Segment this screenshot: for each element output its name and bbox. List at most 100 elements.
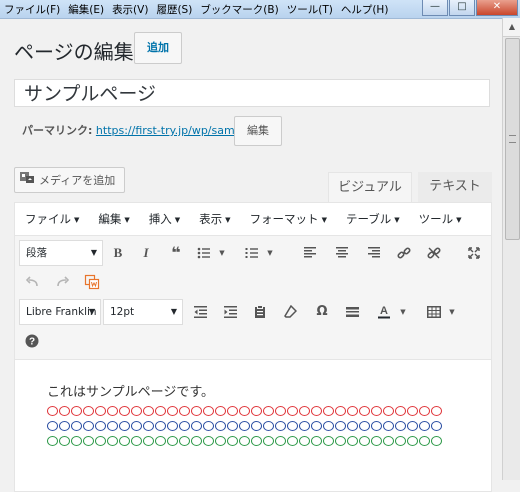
chevron-down-icon: ▼ [321, 215, 327, 224]
post-title-input[interactable]: サンプルページ [14, 79, 490, 107]
circle-glyph [83, 406, 94, 416]
redo-icon[interactable] [49, 269, 75, 295]
svg-text:A: A [380, 305, 388, 317]
clear-formatting-icon[interactable] [277, 299, 303, 325]
circle-glyph [419, 436, 430, 446]
align-center-icon[interactable] [329, 240, 355, 266]
chevron-down-icon[interactable]: ▼ [447, 299, 457, 325]
undo-icon[interactable] [19, 269, 45, 295]
maximize-button[interactable]: □ [449, 0, 475, 16]
browser-menu-edit[interactable]: 編集(E) [64, 1, 108, 18]
browser-menu-view[interactable]: 表示(V) [108, 1, 152, 18]
circle-glyph [335, 436, 346, 446]
circle-glyph [119, 406, 130, 416]
circle-glyph [59, 406, 70, 416]
page-title: ページの編集 [14, 40, 134, 64]
circle-glyph [119, 421, 130, 431]
numbered-list-icon[interactable] [239, 240, 265, 266]
editor-menu-edit[interactable]: 編集 ▼ [88, 211, 138, 227]
editor-menu-table[interactable]: テーブル ▼ [336, 211, 409, 227]
bold-button[interactable]: B [105, 240, 131, 266]
circle-glyph [131, 406, 142, 416]
circle-glyph [383, 436, 394, 446]
window-controls: — □ ✕ [422, 0, 518, 16]
editor-content[interactable]: これはサンプルページです。 [47, 381, 442, 451]
circle-glyph [239, 421, 250, 431]
font-family-select[interactable]: Libre Franklin ▼ [19, 299, 101, 325]
circle-glyph [227, 406, 238, 416]
indent-icon[interactable] [217, 299, 243, 325]
circle-glyph [431, 421, 442, 431]
chevron-down-icon: ▼ [90, 248, 97, 257]
chevron-down-icon[interactable]: ▼ [398, 299, 408, 325]
browser-menu-history[interactable]: 履歴(S) [152, 1, 196, 18]
add-new-button[interactable]: 追加 [134, 32, 182, 64]
link-icon[interactable] [391, 240, 417, 266]
vertical-scrollbar[interactable]: ▲ [502, 18, 520, 480]
circle-glyph [359, 406, 370, 416]
circle-glyph [275, 421, 286, 431]
browser-menu-file[interactable]: ファイル(F) [0, 1, 64, 18]
editor-menu-file[interactable]: ファイル ▼ [15, 211, 88, 227]
browser-menu-bookmarks[interactable]: ブックマーク(B) [196, 1, 282, 18]
chevron-down-icon[interactable]: ▼ [265, 240, 275, 266]
circle-glyph [395, 406, 406, 416]
circle-glyph [251, 406, 262, 416]
chevron-down-icon[interactable]: ▼ [217, 240, 227, 266]
close-window-button[interactable]: ✕ [476, 0, 518, 16]
horizontal-line-icon[interactable] [339, 299, 365, 325]
fullscreen-icon[interactable] [461, 240, 487, 266]
bullet-list-icon[interactable] [191, 240, 217, 266]
editor-menubar: ファイル ▼ 編集 ▼ 挿入 ▼ 表示 ▼ フォーマット ▼ テーブル ▼ ツール ▼ [15, 203, 491, 236]
add-media-button[interactable]: メディアを追加 [14, 167, 125, 193]
font-size-select[interactable]: 12pt ▼ [103, 299, 183, 325]
special-character-button[interactable]: Ω [309, 299, 335, 325]
circle-glyph [431, 406, 442, 416]
browser-menu-help[interactable]: ヘルプ(H) [337, 1, 393, 18]
chevron-down-icon: ▼ [74, 215, 80, 224]
tab-visual[interactable]: ビジュアル [328, 172, 412, 202]
help-icon[interactable]: ? [19, 328, 45, 354]
minimize-button[interactable]: — [422, 0, 448, 16]
toolbar-row-4: ? [15, 328, 491, 356]
scroll-up-arrow-icon[interactable]: ▲ [503, 18, 520, 37]
paste-text-icon[interactable] [247, 299, 273, 325]
circle-glyph [107, 436, 118, 446]
tab-text[interactable]: テキスト [418, 172, 492, 202]
editor-menu-format[interactable]: フォーマット ▼ [240, 211, 336, 227]
browser-menu-tools[interactable]: ツール(T) [283, 1, 337, 18]
paste-from-word-icon[interactable] [79, 269, 105, 295]
help-glyph: ? [29, 336, 35, 347]
align-left-icon[interactable] [297, 240, 323, 266]
circle-glyph [299, 406, 310, 416]
outdent-icon[interactable] [187, 299, 213, 325]
editor-menu-tools[interactable]: ツール ▼ [409, 211, 471, 227]
text-color-icon[interactable]: A [371, 299, 397, 325]
media-icon [19, 168, 35, 194]
italic-button[interactable]: I [133, 240, 159, 266]
unlink-icon[interactable] [421, 240, 447, 266]
circle-glyph [323, 436, 334, 446]
format-select[interactable]: 段落 ▼ [19, 240, 103, 266]
editor-menu-label: フォーマット [249, 212, 319, 226]
editor-menu-label: 編集 [98, 212, 122, 226]
circle-glyph [263, 406, 274, 416]
circle-glyph [107, 406, 118, 416]
circle-glyph [263, 436, 274, 446]
toolbar-row-3: Libre Franklin ▼ 12pt ▼ Ω A ▼ ▼ [15, 299, 491, 327]
permalink-link[interactable]: https://first-try.jp/wp/sample/ [96, 124, 255, 137]
circle-glyph [239, 406, 250, 416]
editor-toolbar: 段落 ▼ B I ❝ ▼ ▼ Libre Franklin ▼ 12pt ▼ Ω… [15, 236, 491, 360]
editor-menu-label: 表示 [199, 212, 223, 226]
table-icon[interactable] [421, 299, 447, 325]
circle-glyph [287, 421, 298, 431]
editor-menu-insert[interactable]: 挿入 ▼ [139, 211, 189, 227]
permalink-edit-button[interactable]: 編集 [234, 116, 282, 146]
scroll-thumb[interactable] [505, 38, 520, 240]
circle-glyph [323, 421, 334, 431]
circle-glyph [155, 406, 166, 416]
chevron-down-icon: ▼ [124, 215, 130, 224]
editor-menu-view[interactable]: 表示 ▼ [189, 211, 239, 227]
blockquote-button[interactable]: ❝ [163, 240, 189, 266]
align-right-icon[interactable] [361, 240, 387, 266]
